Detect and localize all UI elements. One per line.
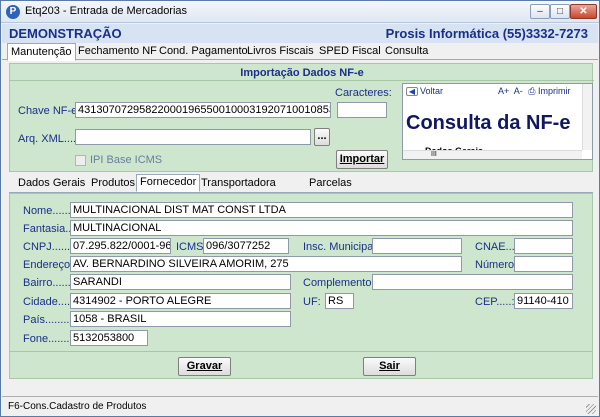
tab-produtos[interactable]: Produtos xyxy=(88,176,138,192)
nome-field[interactable]: MULTINACIONAL DIST MAT CONST LTDA xyxy=(70,202,573,218)
bairro-field[interactable]: SARANDI xyxy=(70,274,291,290)
sair-button[interactable]: Sair xyxy=(363,357,416,376)
uf-label: UF: xyxy=(303,296,321,308)
browser-back-link[interactable]: ◀ Voltar xyxy=(406,86,443,96)
tab-livros-fiscais[interactable]: Livros Fiscais xyxy=(244,43,317,60)
status-bar: F6-Cons.Cadastro de Produtos xyxy=(2,396,598,416)
arq-xml-label: Arq. XML.....: xyxy=(18,133,83,145)
printer-icon: ⎙ xyxy=(528,86,536,96)
fone-field[interactable]: 5132053800 xyxy=(70,330,148,346)
pais-field[interactable]: 1058 - BRASIL xyxy=(70,311,291,327)
back-arrow-icon: ◀ xyxy=(406,87,418,96)
cnae-field[interactable] xyxy=(514,238,573,254)
ipi-base-icms-checkbox[interactable] xyxy=(75,155,86,166)
endereco-field[interactable]: AV. BERNARDINO SILVEIRA AMORIM, 275 xyxy=(70,256,462,272)
scroll-thumb-grip: III xyxy=(431,151,437,158)
gravar-button-label: Gravar xyxy=(186,360,223,372)
uf-field[interactable]: RS xyxy=(325,293,354,309)
window-title: Etq203 - Entrada de Mercadorias xyxy=(25,5,188,17)
chave-nfe-label: Chave NF-e: xyxy=(18,105,81,117)
importar-button-label: Importar xyxy=(339,153,385,165)
nome-label: Nome.......: xyxy=(23,205,77,217)
ipi-base-icms-label: IPI Base ICMS xyxy=(90,154,163,166)
caracteres-field[interactable] xyxy=(337,102,387,118)
tab-fornecedor[interactable]: Fornecedor xyxy=(136,174,201,192)
cnae-label: CNAE...: xyxy=(475,241,518,253)
icms-label: ICMS: xyxy=(176,241,207,253)
tab-manutencao[interactable]: Manutenção xyxy=(7,43,76,61)
caracteres-label: Caracteres: xyxy=(335,87,392,99)
browser-heading: Consulta da NF-e xyxy=(406,112,571,134)
font-decrease-link[interactable]: A- xyxy=(514,86,523,96)
close-button[interactable]: ✕ xyxy=(570,4,597,19)
browser-vertical-scrollbar[interactable] xyxy=(582,84,592,150)
pais-label: País.........: xyxy=(23,314,76,326)
tab-consulta[interactable]: Consulta xyxy=(382,43,431,60)
status-text: F6-Cons.Cadastro de Produtos xyxy=(8,401,147,412)
icms-field[interactable]: 096/3077252 xyxy=(203,238,289,254)
numero-field[interactable] xyxy=(514,256,573,272)
tab-parcelas[interactable]: Parcelas xyxy=(306,176,355,192)
fone-label: Fone........: xyxy=(23,333,76,345)
cidade-field[interactable]: 4314902 - PORTO ALEGRE xyxy=(70,293,291,309)
browser-tools: A+ A- ⎙ Imprimir xyxy=(498,86,571,97)
company-mode-label: DEMONSTRAÇÃO xyxy=(9,26,122,41)
title-bar[interactable]: P Etq203 - Entrada de Mercadorias – □ ✕ xyxy=(1,1,599,23)
sub-tab-bar: Dados Gerais Produtos Fornecedor Transpo… xyxy=(9,174,593,193)
endereco-label: Endereço: xyxy=(23,259,74,271)
font-increase-link[interactable]: A+ xyxy=(498,86,509,96)
gravar-button[interactable]: Gravar xyxy=(178,357,231,376)
chave-nfe-field[interactable]: 4313070729582200019655001000319207100108… xyxy=(75,102,331,118)
action-panel xyxy=(9,352,593,379)
resize-grip-icon[interactable] xyxy=(586,404,596,414)
cep-label: CEP.....: xyxy=(475,296,515,308)
browser-toolbar: ◀ Voltar A+ A- ⎙ Imprimir xyxy=(403,84,592,98)
app-icon: P xyxy=(6,5,20,19)
bairro-label: Bairro.......: xyxy=(23,277,77,289)
main-tab-bar: Manutenção Fechamento NF Cond. Pagamento… xyxy=(2,43,598,61)
tab-fechamento-nf[interactable]: Fechamento NF xyxy=(75,43,160,60)
app-window: P Etq203 - Entrada de Mercadorias – □ ✕ … xyxy=(0,0,600,417)
importar-button[interactable]: Importar xyxy=(336,150,388,169)
import-title: Importação Dados NF-e xyxy=(240,67,364,79)
insc-municipal-field[interactable] xyxy=(372,238,462,254)
vendor-contact-label: Prosis Informática (55)3332-7273 xyxy=(385,26,588,41)
maximize-button[interactable]: □ xyxy=(550,4,570,19)
tab-dados-gerais[interactable]: Dados Gerais xyxy=(15,176,88,192)
import-divider xyxy=(10,80,594,81)
insc-municipal-label: Insc. Municipal: xyxy=(303,241,379,253)
tab-cond-pagamento[interactable]: Cond. Pagamento xyxy=(156,43,251,60)
header-bar: DEMONSTRAÇÃO Prosis Informática (55)3332… xyxy=(2,24,598,43)
minimize-button[interactable]: – xyxy=(530,4,550,19)
print-link[interactable]: Imprimir xyxy=(538,86,571,96)
sair-button-label: Sair xyxy=(379,360,400,372)
tab-transportadora[interactable]: Transportadora xyxy=(198,176,279,192)
browse-xml-button[interactable]: ... xyxy=(314,128,330,146)
nfe-browser-pane[interactable]: ◀ Voltar A+ A- ⎙ Imprimir Consulta da NF-… xyxy=(402,83,593,160)
complemento-label: Complemento: xyxy=(303,277,375,289)
browser-back-label: Voltar xyxy=(420,86,444,96)
cep-field[interactable]: 91140-410 xyxy=(514,293,573,309)
cnpj-field[interactable]: 07.295.822/0001-96 xyxy=(70,238,171,254)
numero-label: Número: xyxy=(475,259,518,271)
browser-horizontal-scrollbar[interactable]: III xyxy=(403,150,582,159)
fantasia-field[interactable]: MULTINACIONAL xyxy=(70,220,573,236)
complemento-field[interactable] xyxy=(372,274,573,290)
tab-sped-fiscal[interactable]: SPED Fiscal xyxy=(316,43,384,60)
arq-xml-field[interactable] xyxy=(75,129,311,145)
